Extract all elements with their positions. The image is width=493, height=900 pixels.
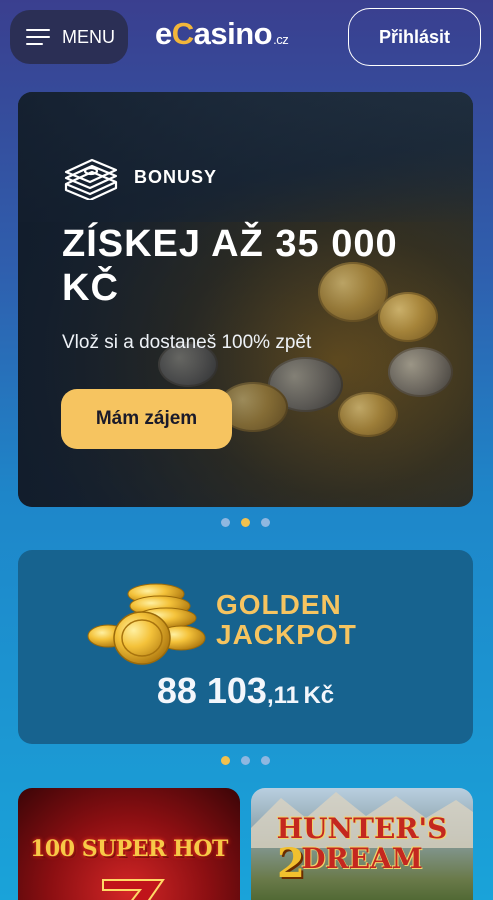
game-tile-100-super-hot[interactable]: 100 SUPER HOT: [18, 788, 240, 900]
bonus-category-label: BONUSY: [134, 166, 218, 187]
logo-e: e: [155, 16, 172, 51]
top-bar: MENU e C asino .cz Přihlásit: [0, 0, 493, 80]
carousel-dot[interactable]: [241, 756, 250, 765]
logo-rest: asino: [193, 16, 273, 51]
carousel-dot-active[interactable]: [241, 518, 250, 527]
bonus-subtitle: Vlož si a dostaneš 100% zpět: [62, 332, 312, 353]
carousel-dot[interactable]: [221, 518, 230, 527]
money-stack-icon: [64, 158, 118, 200]
logo-c: C: [171, 16, 194, 51]
jackpot-amount: 88 103,11 Kč: [18, 670, 473, 712]
jackpot-currency: Kč: [303, 682, 335, 709]
gold-coins-icon: [87, 583, 206, 665]
jackpot-title: GOLDEN JACKPOT: [216, 590, 357, 650]
carousel-dot[interactable]: [261, 518, 270, 527]
seven-symbol-icon: [102, 879, 165, 900]
login-button[interactable]: Přihlásit: [348, 8, 481, 66]
bonus-title: ZÍSKEJ AŽ 35 000 KČ: [62, 223, 398, 309]
jackpot-amount-main: 88 103: [156, 670, 267, 711]
carousel-dot[interactable]: [261, 756, 270, 765]
logo-tld: .cz: [273, 32, 289, 47]
banner-carousel-dots: [221, 518, 270, 527]
jackpot-carousel-dots: [221, 756, 270, 765]
jackpot-title-line2: JACKPOT: [216, 619, 357, 650]
golden-jackpot-card[interactable]: GOLDEN JACKPOT 88 103,11 Kč: [18, 550, 473, 744]
game-number: 2: [277, 840, 305, 887]
ecasino-logo[interactable]: e C asino .cz: [155, 16, 289, 56]
carousel-dot-active[interactable]: [221, 756, 230, 765]
hamburger-icon: [26, 29, 50, 45]
jackpot-amount-decimal: ,11: [266, 682, 299, 709]
menu-button[interactable]: MENU: [10, 10, 128, 64]
bonus-category: BONUSY: [62, 154, 217, 200]
menu-label: MENU: [62, 26, 115, 47]
bonus-banner[interactable]: BONUSY ZÍSKEJ AŽ 35 000 KČ Vlož si a dos…: [18, 92, 473, 507]
jackpot-title-line1: GOLDEN: [216, 589, 342, 620]
interest-button[interactable]: Mám zájem: [61, 389, 232, 449]
game-title: 100 SUPER HOT: [30, 836, 228, 862]
game-tile-hunters-dream-2[interactable]: HUNTER'S DREAM 2: [251, 788, 473, 900]
